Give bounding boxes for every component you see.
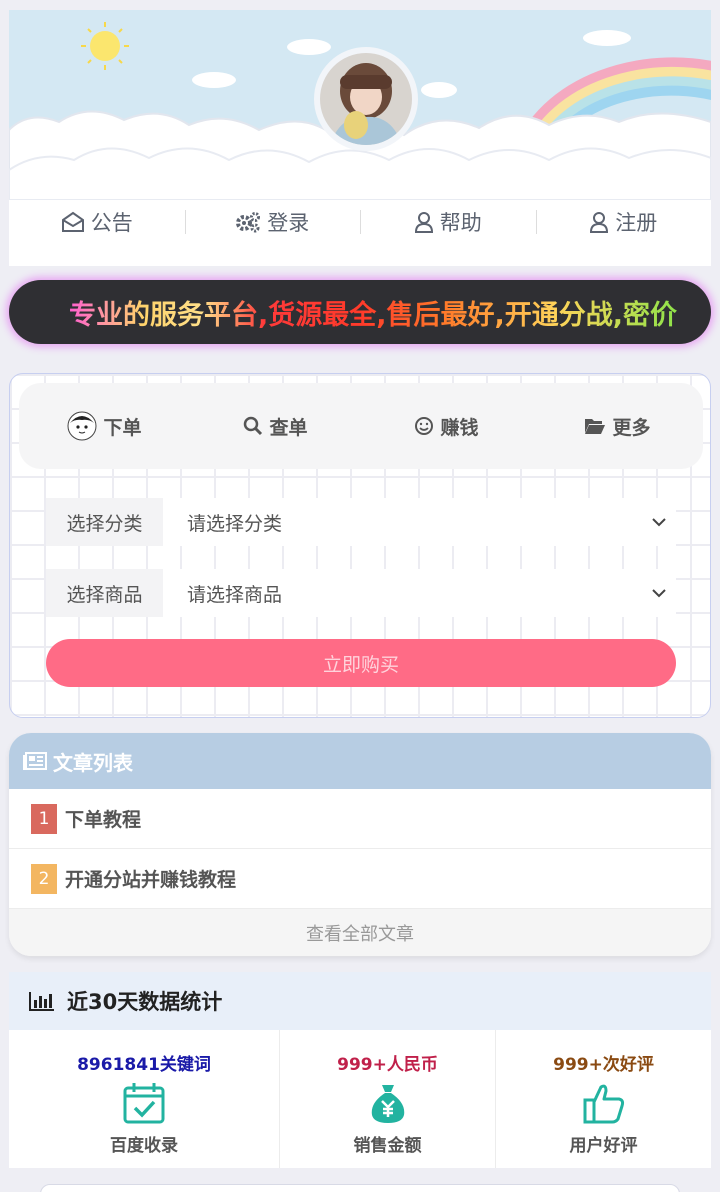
tab-query[interactable]: 查单 [190,413,361,440]
stats-panel: 近30天数据统计 8961841关键词 百度收录 999+人民币 销售金额 99… [9,972,711,1168]
nav-label: 注册 [615,211,658,235]
newspaper-icon [23,752,47,770]
category-select-value: 请选择分类 [187,512,283,535]
profile-header: 公告 登录 帮助 注册 [9,10,711,266]
user-icon [414,212,433,233]
product-select-row: 选择商品 请选择商品 [46,569,676,617]
nav-register[interactable]: 注册 [535,200,712,244]
view-all-articles-link[interactable]: 查看全部文章 [9,909,711,956]
search-icon [244,416,263,436]
stats-title: 近30天数据统计 [67,990,223,1014]
tab-order[interactable]: 下单 [19,411,190,441]
folder-open-icon [585,419,606,434]
order-tabs: 下单 查单 赚钱 更多 [19,383,703,469]
stat-baidu-index: 8961841关键词 百度收录 [9,1030,280,1168]
article-item[interactable]: 1 下单教程 [9,789,711,849]
buy-now-button[interactable]: 立即购买 [46,639,676,687]
tab-label: 赚钱 [440,416,479,439]
rank-badge: 2 [31,863,57,894]
nav-label: 帮助 [439,211,482,235]
tab-label: 下单 [103,416,142,439]
order-panel: 下单 查单 赚钱 更多 选择分类 请选择分类 选择商品 请选择商品 立即购买 [9,373,711,718]
bar-chart-icon [29,992,54,1011]
article-item[interactable]: 2 开通分站并赚钱教程 [9,849,711,909]
stat-user-reviews: 999+次好评 用户好评 [496,1030,711,1168]
tab-label: 更多 [612,416,651,439]
product-select[interactable]: 请选择商品 [163,569,676,617]
nav-announcement[interactable]: 公告 [9,200,185,244]
stat-value: 999+人民币 [337,1055,438,1075]
smile-icon [415,417,434,435]
cartoon-avatar-icon [67,411,97,441]
chevron-down-icon [652,518,666,527]
stat-value: 8961841关键词 [77,1055,211,1075]
stat-sales-amount: 999+人民币 销售金额 [280,1030,496,1168]
envelope-open-icon [61,211,84,232]
chevron-down-icon [652,589,666,598]
tab-earn[interactable]: 赚钱 [361,413,532,440]
nav-label: 公告 [90,211,133,235]
tab-more[interactable]: 更多 [532,413,703,440]
money-bag-icon [371,1085,404,1123]
thumbs-up-icon [583,1084,624,1124]
article-list: 文章列表 1 下单教程 2 开通分站并赚钱教程 查看全部文章 [9,733,711,956]
category-select-row: 选择分类 请选择分类 [46,498,676,546]
category-select[interactable]: 请选择分类 [163,498,676,546]
rank-badge: 1 [31,803,57,834]
gears-icon [236,212,261,233]
stat-label: 百度收录 [110,1136,178,1156]
product-select-value: 请选择商品 [187,583,283,606]
article-list-title: 文章列表 [53,750,133,775]
avatar[interactable] [314,47,418,151]
article-title: 下单教程 [65,809,142,831]
calendar-check-icon [123,1083,165,1124]
article-title: 开通分站并赚钱教程 [65,869,237,891]
next-card-edge [40,1184,680,1192]
user-icon [590,212,609,233]
stat-label: 销售金额 [353,1136,422,1156]
marquee-text: 专业的服务平台,货源最全,售后最好,开通分战,密价 [69,293,677,332]
article-list-header: 文章列表 [9,733,711,789]
category-label: 选择分类 [46,498,163,546]
announcement-marquee: 专业的服务平台,货源最全,售后最好,开通分战,密价 [9,280,711,344]
stats-columns: 8961841关键词 百度收录 999+人民币 销售金额 999+次好评 用户好… [9,1030,711,1168]
nav-login[interactable]: 登录 [184,200,361,244]
stat-label: 用户好评 [569,1136,638,1156]
product-label: 选择商品 [46,569,163,617]
tab-label: 查单 [269,416,308,439]
stats-header: 近30天数据统计 [9,972,711,1030]
header-nav: 公告 登录 帮助 注册 [9,200,711,244]
stat-value: 999+次好评 [553,1055,654,1075]
nav-help[interactable]: 帮助 [360,200,536,244]
nav-label: 登录 [267,211,310,235]
